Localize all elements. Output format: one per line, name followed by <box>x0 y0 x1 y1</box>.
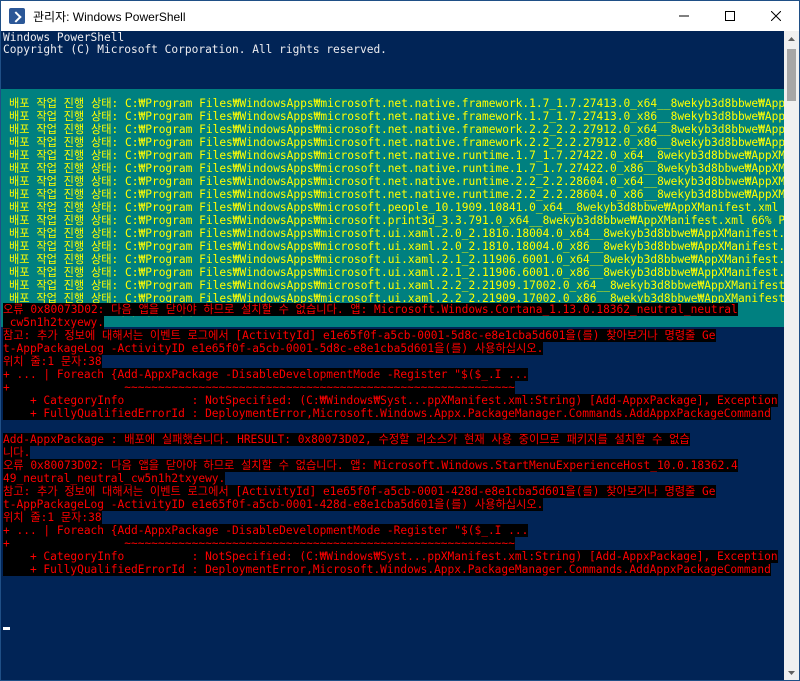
title-bar[interactable]: 관리자: Windows PowerShell <box>1 1 799 31</box>
error-line: 참고: 추가 정보에 대해서는 이벤트 로그에서 [ActivityId] e1… <box>3 329 716 342</box>
error-line: _cw5n1h2txyewy. <box>3 316 105 329</box>
error-line: + CategoryInfo : NotSpecified: (C:₩Windo… <box>3 394 778 407</box>
error-line: 오류 0x80073D02: 다음 앱을 닫아야 하므로 설치할 수 없습니다.… <box>3 303 738 316</box>
powershell-window: 관리자: Windows PowerShell Windows PowerShe… <box>0 0 800 681</box>
progress-line: 배포 작업 진행 상태: C:₩Program Files₩WindowsApp… <box>9 227 784 240</box>
progress-line: 배포 작업 진행 상태: C:₩Program Files₩WindowsApp… <box>9 175 784 188</box>
scrollbar-thumb[interactable] <box>787 49 796 101</box>
error-line: + ~~~~~~~~~~~~~~~~~~~~~~~~~~~~~~~~~~~~~~… <box>3 537 515 550</box>
close-button[interactable] <box>753 1 799 31</box>
header-line: Copyright (C) Microsoft Corporation. All… <box>3 43 387 56</box>
error-line: + CategoryInfo : NotSpecified: (C:₩Windo… <box>3 550 778 563</box>
progress-line: 배포 작업 진행 상태: C:₩Program Files₩WindowsApp… <box>9 97 784 110</box>
text-cursor <box>3 627 10 630</box>
error-line: 참고: 추가 정보에 대해서는 이벤트 로그에서 [ActivityId] e1… <box>3 485 716 498</box>
error-line: 위치 줄:1 문자:38 <box>3 355 102 368</box>
error-line: 오류 0x80073D02: 다음 앱을 닫아야 하므로 설치할 수 없습니다.… <box>3 459 738 472</box>
error-line: Add-AppxPackage : 배포에 실패했습니다. HRESULT: 0… <box>3 433 690 446</box>
powershell-icon <box>9 8 25 24</box>
error-line: + FullyQualifiedErrorId : DeploymentErro… <box>3 563 771 576</box>
minimize-icon <box>679 15 689 17</box>
progress-line: 배포 작업 진행 상태: C:₩Program Files₩WindowsApp… <box>9 214 784 227</box>
window-title: 관리자: Windows PowerShell <box>33 9 186 24</box>
maximize-icon <box>725 11 735 21</box>
error-line: + ~~~~~~~~~~~~~~~~~~~~~~~~~~~~~~~~~~~~~~… <box>3 381 515 394</box>
progress-line: 배포 작업 진행 상태: C:₩Program Files₩WindowsApp… <box>9 266 784 279</box>
error-line: t-AppPackageLog -ActivityID e1e65f0f-a5c… <box>3 342 544 355</box>
chevron-up-icon <box>788 37 795 41</box>
progress-line: 배포 작업 진행 상태: C:₩Program Files₩WindowsApp… <box>9 123 784 136</box>
close-icon <box>771 11 781 21</box>
error-line: + ... | Foreach {Add-AppxPackage -Disabl… <box>3 368 529 381</box>
progress-line: 배포 작업 진행 상태: C:₩Program Files₩WindowsApp… <box>9 253 784 266</box>
error-line: 위치 줄:1 문자:38 <box>3 511 102 524</box>
scroll-up-button[interactable] <box>784 31 799 47</box>
progress-line: 배포 작업 진행 상태: C:₩Program Files₩WindowsApp… <box>9 149 784 162</box>
error-line: 49_neutral_neutral_cw5n1h2txyewy. <box>3 472 226 485</box>
vertical-scrollbar[interactable] <box>784 31 799 680</box>
progress-line: 배포 작업 진행 상태: C:₩Program Files₩WindowsApp… <box>9 162 784 175</box>
error-line: 니다. <box>3 446 31 459</box>
console-output[interactable]: Windows PowerShell Copyright (C) Microso… <box>1 31 784 680</box>
chevron-down-icon <box>788 671 795 675</box>
minimize-button[interactable] <box>661 1 707 31</box>
progress-line: 배포 작업 진행 상태: C:₩Program Files₩WindowsApp… <box>9 188 784 201</box>
error-line: + ... | Foreach {Add-AppxPackage -Disabl… <box>3 524 529 537</box>
progress-line: 배포 작업 진행 상태: C:₩Program Files₩WindowsApp… <box>9 240 784 253</box>
progress-line: 배포 작업 진행 상태: C:₩Program Files₩WindowsApp… <box>9 279 784 292</box>
error-line: + FullyQualifiedErrorId : DeploymentErro… <box>3 407 771 420</box>
progress-line: 배포 작업 진행 상태: C:₩Program Files₩WindowsApp… <box>9 201 779 214</box>
progress-line: 배포 작업 진행 상태: C:₩Program Files₩WindowsApp… <box>9 136 784 149</box>
error-line: t-AppPackageLog -ActivityID e1e65f0f-a5c… <box>3 498 544 511</box>
progress-line: 배포 작업 진행 상태: C:₩Program Files₩WindowsApp… <box>9 110 784 123</box>
maximize-button[interactable] <box>707 1 753 31</box>
scroll-down-button[interactable] <box>784 665 799 680</box>
progress-panel: 배포 작업 진행 상태: C:₩Program Files₩WindowsApp… <box>1 89 784 327</box>
